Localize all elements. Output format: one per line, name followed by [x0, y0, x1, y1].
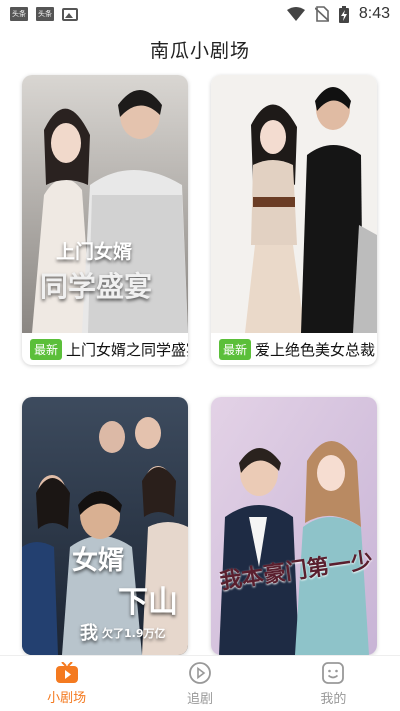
- bottom-tab-bar: 小剧场 追剧 我的: [0, 655, 400, 711]
- clock: 8:43: [358, 5, 390, 22]
- drama-card[interactable]: 上门女婿 同学盛宴 最新 上门女婿之同学盛宴: [22, 75, 188, 365]
- tab-theater[interactable]: 小剧场: [0, 656, 133, 711]
- tab-label: 追剧: [186, 691, 213, 707]
- notification-icons: 头条 头条: [10, 7, 78, 21]
- drama-card[interactable]: 最新 爱上绝色美女总裁: [211, 75, 377, 365]
- battery-charging-icon: [338, 5, 349, 23]
- toutiao-notification-icon: 头条: [36, 7, 54, 21]
- no-sim-icon: [314, 6, 329, 22]
- tab-label: 小剧场: [47, 690, 87, 706]
- drama-meta: 最新 爱上绝色美女总裁: [211, 333, 377, 365]
- toutiao-notification-icon: 头条: [10, 7, 28, 21]
- play-circle-icon: [189, 661, 211, 684]
- poster-title-line-2: 同学盛宴: [40, 270, 153, 303]
- drama-card[interactable]: 女婿 下山 我 欠了1.9万亿: [22, 397, 188, 655]
- drama-poster: 女婿 下山 我 欠了1.9万亿: [22, 397, 188, 655]
- tab-following[interactable]: 追剧: [133, 656, 266, 711]
- drama-card[interactable]: 我本豪门第一少: [211, 397, 377, 655]
- drama-meta: 最新 上门女婿之同学盛宴: [22, 333, 188, 365]
- drama-poster: [211, 75, 377, 333]
- poster-title-line-1: 女婿: [72, 546, 125, 576]
- drama-poster: 上门女婿 同学盛宴: [22, 75, 188, 333]
- image-notification-icon: [62, 7, 78, 21]
- new-badge: 最新: [30, 338, 63, 360]
- drama-title: 上门女婿之同学盛宴: [66, 340, 188, 359]
- page-title: 南瓜小剧场: [149, 40, 250, 62]
- wifi-icon: [286, 7, 305, 21]
- tab-label: 我的: [320, 691, 347, 707]
- new-badge: 最新: [219, 338, 252, 360]
- poster-title-line-1: 上门女婿: [56, 241, 133, 263]
- status-bar: 头条 头条 8:43: [0, 0, 400, 28]
- poster-title-line-4: 欠了1.9万亿: [102, 627, 166, 640]
- drama-title: 爱上绝色美女总裁: [255, 340, 376, 359]
- play-tv-icon: [55, 661, 78, 683]
- drama-poster: 我本豪门第一少: [211, 397, 377, 655]
- smiley-tv-icon: [322, 661, 345, 684]
- poster-title-line-2: 下山: [118, 585, 178, 620]
- poster-title-line-3: 我: [80, 623, 98, 644]
- tab-profile[interactable]: 我的: [267, 656, 400, 711]
